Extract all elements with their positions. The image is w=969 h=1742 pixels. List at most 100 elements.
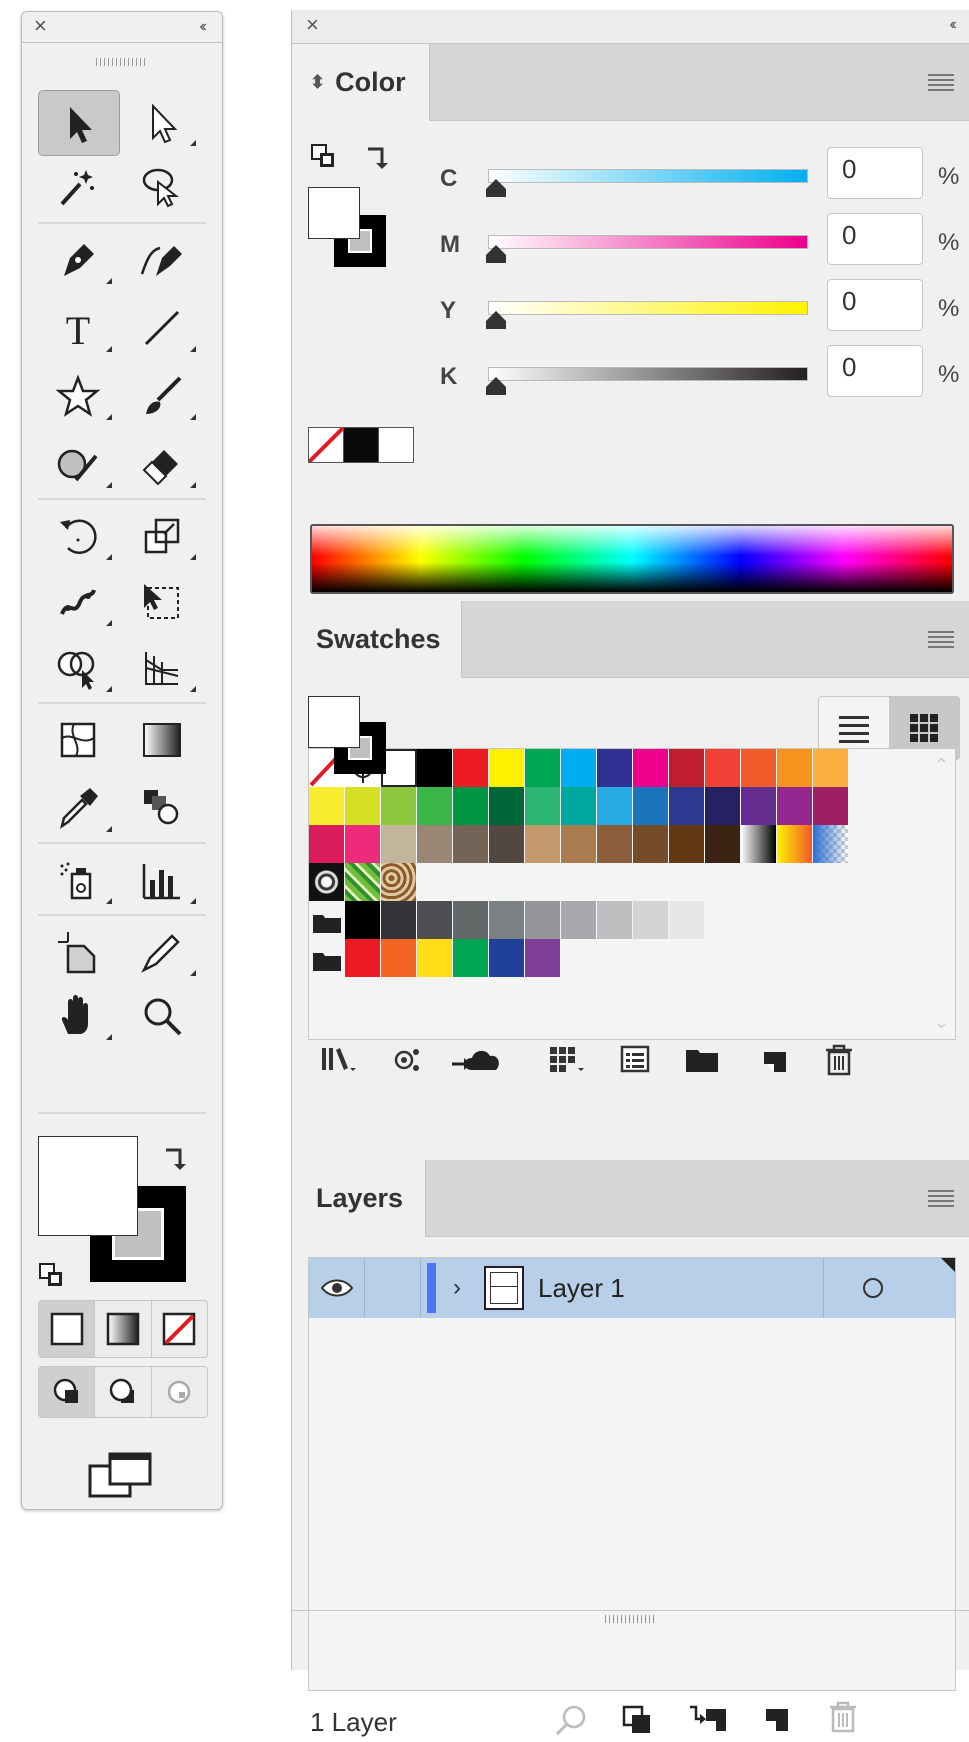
color-swatch[interactable] — [417, 939, 453, 977]
tab-color[interactable]: ⬍ Color — [292, 44, 430, 121]
shaper-tool[interactable] — [38, 432, 118, 496]
locate-object-icon[interactable] — [554, 1703, 588, 1742]
delete-swatch-icon[interactable] — [824, 1044, 854, 1083]
tab-swatches[interactable]: Swatches — [292, 601, 462, 678]
color-swatch[interactable] — [453, 787, 489, 825]
draw-normal-button[interactable] — [39, 1367, 96, 1417]
new-layer-icon[interactable] — [762, 1703, 792, 1738]
yellow-slider[interactable] — [488, 301, 808, 315]
color-swatch[interactable] — [525, 939, 561, 977]
new-swatch-icon[interactable] — [760, 1044, 790, 1081]
color-swatch[interactable] — [669, 901, 705, 939]
color-swatch[interactable] — [345, 939, 381, 977]
resize-grip[interactable] — [292, 1610, 969, 1625]
lasso-tool[interactable] — [122, 154, 202, 218]
magic-wand-tool[interactable] — [38, 154, 118, 218]
direct-selection-tool[interactable] — [122, 90, 202, 154]
color-swatch[interactable] — [633, 825, 669, 863]
target-circle-icon[interactable] — [861, 1276, 885, 1305]
line-segment-tool[interactable] — [122, 296, 202, 360]
delete-layer-icon[interactable] — [828, 1701, 858, 1738]
color-swatch[interactable] — [705, 787, 741, 825]
screen-mode-icon[interactable] — [88, 1452, 154, 1503]
mesh-tool[interactable] — [38, 708, 118, 772]
default-fill-stroke-icon[interactable] — [310, 143, 338, 176]
gradient-mode-button[interactable] — [95, 1301, 152, 1357]
swap-fill-stroke-icon[interactable] — [364, 143, 394, 178]
panel-menu-icon[interactable] — [928, 74, 954, 92]
type-tool[interactable]: T — [38, 296, 118, 360]
color-swatch[interactable] — [525, 825, 561, 863]
color-swatch[interactable] — [345, 901, 381, 939]
color-swatch[interactable] — [669, 787, 705, 825]
color-swatch[interactable] — [489, 939, 525, 977]
create-sublayer-icon[interactable] — [688, 1703, 728, 1738]
color-swatch[interactable] — [669, 825, 705, 863]
color-swatch[interactable] — [381, 825, 417, 863]
new-color-group-icon[interactable] — [684, 1044, 720, 1081]
color-swatch[interactable] — [561, 825, 597, 863]
draw-behind-button[interactable] — [95, 1367, 152, 1417]
color-swatch[interactable] — [345, 825, 381, 863]
panel-menu-icon[interactable] — [928, 1190, 954, 1208]
gradient-tool[interactable] — [122, 708, 202, 772]
column-graph-tool[interactable] — [122, 848, 202, 912]
color-swatch[interactable] — [741, 749, 777, 787]
color-swatch[interactable] — [381, 939, 417, 977]
black-input[interactable]: 0 — [827, 345, 923, 397]
close-icon[interactable]: × — [34, 15, 47, 37]
zoom-tool[interactable] — [122, 984, 202, 1048]
color-swatch[interactable] — [633, 787, 669, 825]
collapse-icon[interactable]: ‹‹ — [199, 18, 206, 36]
color-swatch[interactable] — [489, 901, 525, 939]
color-swatch[interactable] — [417, 825, 453, 863]
selection-tool[interactable] — [38, 90, 120, 156]
color-swatch[interactable] — [489, 787, 525, 825]
color-swatch[interactable] — [417, 787, 453, 825]
color-swatch[interactable] — [417, 901, 453, 939]
color-swatch[interactable] — [633, 749, 669, 787]
color-swatch[interactable] — [813, 749, 849, 787]
fill-swatch[interactable] — [308, 696, 360, 748]
none-swatch[interactable] — [309, 428, 343, 462]
color-swatch[interactable] — [309, 787, 345, 825]
black-swatch[interactable] — [343, 428, 379, 462]
layer-row[interactable]: › Layer 1 — [309, 1258, 955, 1318]
show-kinds-icon[interactable] — [392, 1044, 424, 1081]
color-swatch[interactable] — [381, 749, 417, 787]
default-fill-stroke-icon[interactable] — [38, 1262, 66, 1295]
grip-handle[interactable] — [96, 58, 148, 66]
color-swatch[interactable] — [813, 787, 849, 825]
magenta-input[interactable]: 0 — [827, 213, 923, 265]
perspective-grid-tool[interactable] — [122, 636, 202, 700]
scroll-up-icon[interactable]: ⌃ — [934, 755, 949, 776]
color-swatch[interactable] — [705, 749, 741, 787]
pen-tool[interactable] — [38, 228, 118, 292]
color-swatch[interactable] — [489, 749, 525, 787]
color-swatch[interactable] — [597, 787, 633, 825]
artboard-tool[interactable] — [38, 920, 118, 984]
swap-fill-stroke-icon[interactable] — [162, 1142, 192, 1177]
color-swatch[interactable] — [525, 901, 561, 939]
color-swatch[interactable] — [525, 749, 561, 787]
pattern-dots-swatch[interactable] — [309, 863, 345, 901]
swatch-libraries-icon[interactable] — [320, 1044, 360, 1081]
color-swatch[interactable] — [741, 787, 777, 825]
color-swatch[interactable] — [525, 787, 561, 825]
expand-chevron-icon[interactable]: › — [436, 1274, 478, 1302]
color-swatch[interactable] — [561, 749, 597, 787]
color-swatch[interactable] — [345, 787, 381, 825]
color-swatch[interactable] — [777, 787, 813, 825]
color-swatch[interactable] — [453, 749, 489, 787]
symbol-sprayer-tool[interactable] — [38, 848, 118, 912]
eyedropper-tool[interactable] — [38, 776, 118, 840]
folder-icon[interactable] — [309, 901, 345, 939]
visibility-toggle[interactable] — [309, 1258, 365, 1318]
make-clipping-mask-icon[interactable] — [622, 1705, 652, 1740]
hand-tool[interactable] — [38, 984, 118, 1048]
color-swatch[interactable] — [597, 825, 633, 863]
fill-color-box[interactable] — [38, 1136, 138, 1236]
fill-swatch[interactable] — [308, 187, 360, 239]
color-swatch[interactable] — [597, 901, 633, 939]
color-swatch[interactable] — [489, 825, 525, 863]
